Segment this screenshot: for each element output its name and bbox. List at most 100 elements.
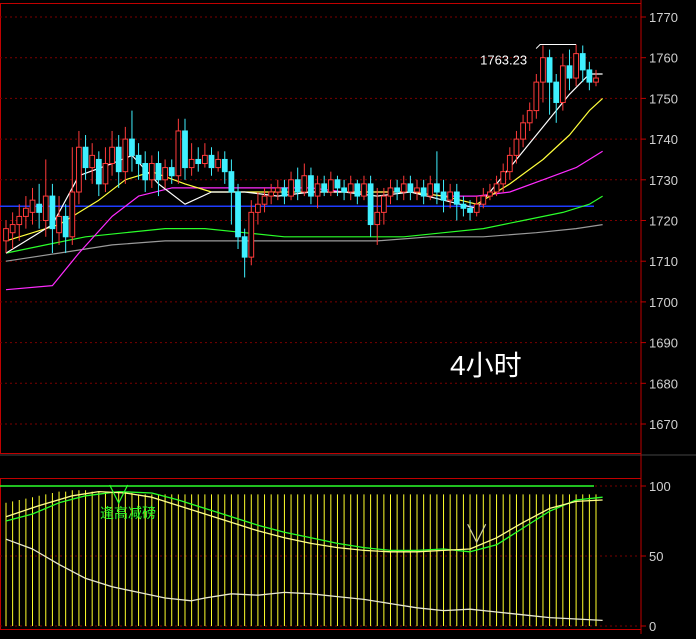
candle xyxy=(201,143,208,168)
candle xyxy=(513,130,520,164)
candle-body-up xyxy=(69,191,76,238)
candle-body-down xyxy=(440,191,447,201)
candle-body-down xyxy=(82,146,89,169)
candle xyxy=(102,147,109,193)
grid-layer xyxy=(0,0,696,634)
candle-body-up xyxy=(327,179,334,193)
candle-body-up xyxy=(274,187,281,193)
candle xyxy=(36,183,43,229)
candle xyxy=(420,179,427,205)
candle-body-down xyxy=(182,130,188,169)
candle xyxy=(221,151,228,184)
chart-svg: 1763.23 4小时 逢高减磅 1770 1760 1750 1740 1730 1720… xyxy=(0,0,696,634)
high-annotation-label: 1763.23 xyxy=(480,53,527,68)
oscillator-annotation: 逢高减磅 xyxy=(100,505,156,521)
candle xyxy=(460,196,467,217)
candle-body-up xyxy=(520,122,526,140)
candle-body-up xyxy=(473,203,480,213)
candle-body-up xyxy=(248,211,255,258)
candle xyxy=(334,175,341,197)
candle xyxy=(546,49,553,115)
candle-body-down xyxy=(434,183,440,193)
candle-body-up xyxy=(23,207,29,217)
candle-body-down xyxy=(221,158,228,173)
candle-body-up xyxy=(361,183,367,197)
candle xyxy=(526,102,533,131)
candle-body-up xyxy=(255,203,261,213)
candle-body-up xyxy=(487,191,493,197)
candle xyxy=(142,151,149,193)
candle xyxy=(129,110,135,172)
candle xyxy=(109,130,115,176)
candle xyxy=(228,159,235,225)
candle-body-down xyxy=(95,158,102,185)
candle-body-up xyxy=(559,65,566,103)
candle-body-down xyxy=(566,65,573,79)
candle-body-up xyxy=(109,146,115,165)
candle xyxy=(533,73,540,119)
price-layer: 1763.23 4小时 xyxy=(0,44,604,381)
candle-body-down xyxy=(135,154,142,165)
candle xyxy=(135,143,142,180)
candle xyxy=(354,179,361,205)
candle xyxy=(506,147,513,180)
candle-body-up xyxy=(102,163,109,185)
candle-body-down xyxy=(155,163,162,181)
candle-body-up xyxy=(374,211,381,226)
candle-body-down xyxy=(49,195,56,230)
candle-body-down xyxy=(36,203,43,213)
candle-body-up xyxy=(427,183,434,197)
candle xyxy=(155,151,162,197)
candle-body-down xyxy=(142,163,149,181)
price-tick-label: 1700 xyxy=(649,295,678,310)
candle-body-up xyxy=(480,195,487,205)
candle-body-up xyxy=(347,183,354,193)
axis-layer: 1770 1760 1750 1740 1730 1720 1710 1700 1690 1680… xyxy=(641,10,678,634)
candle-body-up xyxy=(215,158,222,169)
candle xyxy=(274,179,281,201)
candle-body-down xyxy=(321,183,328,193)
price-tick-label: 1770 xyxy=(649,10,678,25)
candle-body-up xyxy=(301,175,308,193)
candle xyxy=(480,187,487,209)
candle-body-down xyxy=(294,179,301,193)
high-annotation-leader xyxy=(535,44,577,49)
candle xyxy=(56,196,62,245)
candle-body-up xyxy=(148,163,155,181)
price-tick-label: 1710 xyxy=(649,254,678,269)
candle-body-up xyxy=(500,171,507,185)
moving-average-ma4 xyxy=(5,195,603,254)
candle xyxy=(380,187,387,225)
candle-body-up xyxy=(387,187,394,197)
candle-body-up xyxy=(447,191,454,201)
candle xyxy=(367,175,374,237)
candle-body-down xyxy=(281,187,288,197)
candle-body-up xyxy=(593,77,599,83)
candle xyxy=(148,155,155,188)
candle xyxy=(347,175,354,201)
candle xyxy=(162,159,168,188)
candle-body-up xyxy=(89,154,96,169)
candle-body-down xyxy=(460,203,467,209)
candle-body-up xyxy=(268,191,275,197)
candle xyxy=(473,196,480,217)
oscillator-panel-frame xyxy=(0,478,642,630)
candle-body-down xyxy=(420,187,427,197)
candle-body-up xyxy=(56,215,62,234)
candle xyxy=(255,192,261,225)
candle xyxy=(208,147,215,176)
price-tick-label: 1740 xyxy=(649,132,678,147)
candle-body-down xyxy=(334,179,341,189)
candle xyxy=(281,179,288,205)
candle-body-down xyxy=(129,138,135,156)
chart-root: 1763.23 4小时 逢高减磅 1770 1760 1750 1740 1730 1720… xyxy=(0,0,696,634)
candle-body-up xyxy=(175,130,182,177)
candle xyxy=(175,118,182,184)
candle xyxy=(195,147,202,172)
candle-body-down xyxy=(467,207,473,213)
candle xyxy=(248,200,255,266)
candle-body-down xyxy=(367,183,374,226)
candle xyxy=(341,179,347,201)
price-tick-label: 1760 xyxy=(649,51,678,66)
candle xyxy=(394,179,401,201)
